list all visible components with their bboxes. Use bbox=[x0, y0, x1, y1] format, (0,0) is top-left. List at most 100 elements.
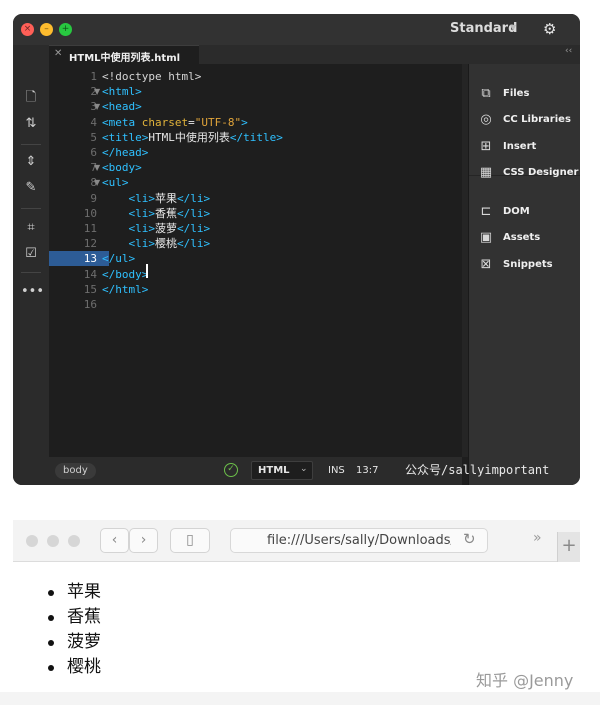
line-number[interactable]: 15 bbox=[49, 282, 109, 297]
cc-libraries-icon: ◎ bbox=[480, 112, 492, 127]
code-line[interactable]: <head> bbox=[102, 99, 142, 114]
panel-item-snippets[interactable]: ⊠ Snippets bbox=[477, 256, 580, 276]
line-number[interactable]: 4 bbox=[49, 115, 109, 130]
code-line[interactable]: <li>香蕉</li> bbox=[102, 206, 210, 221]
fold-arrow-icon[interactable]: ▼ bbox=[94, 84, 100, 99]
code-editor[interactable]: 1 <!doctype html> 2 ▼ <html> 3 ▼ <head> 4 <meta c… bbox=[49, 64, 462, 457]
tag-selector[interactable]: body bbox=[55, 463, 96, 479]
line-number[interactable]: 13 bbox=[49, 251, 109, 267]
sync-settings-icon[interactable]: ⚙ bbox=[543, 20, 556, 38]
code-token: </head> bbox=[102, 146, 149, 159]
workspace-switcher[interactable]: Standard bbox=[450, 21, 517, 36]
line-number[interactable]: 3 ▼ bbox=[49, 99, 109, 114]
close-window-button[interactable]: × bbox=[21, 23, 34, 36]
insert-icon: ⊞ bbox=[480, 139, 492, 154]
minimize-window-button[interactable] bbox=[47, 535, 59, 547]
expand-collapse-icon[interactable]: ⇕ bbox=[21, 152, 41, 172]
line-number[interactable]: 8 ▼ bbox=[49, 175, 109, 190]
code-line[interactable]: <html> bbox=[102, 84, 142, 99]
panel-item-insert[interactable]: ⊞ Insert bbox=[477, 138, 580, 158]
line-number[interactable]: 7 ▼ bbox=[49, 160, 109, 175]
panel-item-label: DOM bbox=[503, 206, 530, 217]
code-line[interactable]: </head> bbox=[102, 145, 148, 160]
zoom-window-button[interactable] bbox=[68, 535, 80, 547]
panel-item-label: CSS Designer bbox=[503, 167, 579, 178]
bullet-icon bbox=[48, 640, 54, 646]
code-line[interactable]: <title>HTML中使用列表</title> bbox=[102, 130, 283, 145]
list-item: 樱桃 bbox=[46, 655, 101, 680]
fold-arrow-icon[interactable]: ▼ bbox=[94, 175, 100, 190]
line-number[interactable]: 10 bbox=[49, 206, 109, 221]
more-options-icon[interactable]: ••• bbox=[21, 282, 44, 302]
reload-icon[interactable]: ↻ bbox=[463, 530, 476, 548]
forward-button[interactable]: › bbox=[129, 528, 158, 553]
code-line[interactable]: </body> bbox=[102, 267, 148, 282]
panel-item-label: Files bbox=[503, 88, 530, 99]
editor-window: × – + Standard ▼ ⚙ ✕ HTML中使用列表.html ‹‹ 🗋… bbox=[13, 14, 580, 485]
code-line[interactable]: <!doctype html> bbox=[102, 69, 201, 84]
line-number-text: 4 bbox=[90, 115, 97, 129]
document-tab-label: HTML中使用列表.html bbox=[69, 53, 181, 64]
toolbar-divider bbox=[21, 144, 41, 145]
line-number[interactable]: 2 ▼ bbox=[49, 84, 109, 99]
panel-item-cc-libraries[interactable]: ◎ CC Libraries bbox=[477, 111, 580, 131]
line-number[interactable]: 5 bbox=[49, 130, 109, 145]
linting-ok-icon[interactable]: ✓ bbox=[224, 463, 238, 477]
panel-group: ⧉ Files ◎ CC Libraries ⊞ Insert ▦ CSS Designer ⊏… bbox=[468, 64, 580, 485]
chevron-down-icon: ⌄ bbox=[300, 464, 308, 474]
panel-item-label: CC Libraries bbox=[503, 114, 571, 125]
list-item: 菠萝 bbox=[46, 630, 101, 655]
close-tab-icon[interactable]: ✕ bbox=[54, 48, 62, 59]
code-token: <li> bbox=[102, 237, 155, 251]
code-line[interactable]: </ul> bbox=[102, 251, 135, 266]
file-management-icon[interactable]: 🗋 bbox=[21, 88, 41, 108]
line-number[interactable]: 6 bbox=[49, 145, 109, 160]
format-icon[interactable]: ✎ bbox=[21, 178, 41, 198]
code-line[interactable]: <li>菠萝</li> bbox=[102, 221, 210, 236]
code-token: <li> bbox=[102, 191, 155, 205]
panel-item-files[interactable]: ⧉ Files bbox=[477, 85, 580, 105]
code-token: "UTF-8" bbox=[194, 115, 242, 129]
code-line[interactable]: <li>樱桃</li> bbox=[102, 236, 210, 251]
list-item-text: 樱桃 bbox=[67, 657, 101, 677]
fold-arrow-icon[interactable]: ▼ bbox=[94, 99, 100, 114]
validate-icon[interactable]: ☑ bbox=[21, 244, 41, 264]
comment-icon[interactable]: ⌗ bbox=[21, 218, 41, 238]
fold-arrow-icon[interactable]: ▼ bbox=[94, 160, 100, 175]
line-number-text: 1 bbox=[90, 70, 97, 83]
collapse-panels-icon[interactable]: ‹‹ bbox=[565, 46, 572, 56]
more-tabs-icon[interactable]: » bbox=[533, 530, 542, 546]
url-text: file:///Users/sally/Downloads/ bbox=[267, 533, 451, 548]
status-bar: body ✓ HTML ⌄ INS 13:7 bbox=[49, 457, 462, 485]
chevron-down-icon[interactable]: ▼ bbox=[510, 23, 516, 32]
code-line[interactable]: <li>苹果</li> bbox=[102, 191, 210, 206]
code-line[interactable]: </html> bbox=[102, 282, 148, 297]
document-type-select[interactable]: HTML ⌄ bbox=[251, 461, 313, 480]
line-number[interactable]: 9 bbox=[49, 191, 109, 206]
bullet-icon bbox=[48, 615, 54, 621]
line-number[interactable]: 1 bbox=[49, 69, 109, 84]
line-number[interactable]: 16 bbox=[49, 297, 109, 312]
panel-item-css-designer[interactable]: ▦ CSS Designer bbox=[477, 164, 580, 184]
common-toolbar: 🗋 ⇅ ⇕ ✎ ⌗ ☑ ••• bbox=[13, 64, 49, 485]
panel-item-assets[interactable]: ▣ Assets bbox=[477, 229, 580, 249]
css-designer-icon: ▦ bbox=[479, 165, 493, 180]
sidebar-icon: ▯ bbox=[186, 532, 194, 548]
address-bar[interactable]: file:///Users/sally/Downloads/ ↻ bbox=[230, 528, 488, 553]
line-number[interactable]: 14 bbox=[49, 267, 109, 282]
document-tab[interactable]: ✕ HTML中使用列表.html bbox=[49, 45, 199, 64]
zoom-window-button[interactable]: + bbox=[59, 23, 72, 36]
sidebar-toggle-button[interactable]: ▯ bbox=[170, 528, 210, 553]
code-line[interactable]: <ul> bbox=[102, 175, 129, 190]
new-tab-button[interactable]: + bbox=[557, 532, 580, 562]
line-number[interactable]: 12 bbox=[49, 236, 109, 251]
minimize-window-button[interactable]: – bbox=[40, 23, 53, 36]
sort-icon[interactable]: ⇅ bbox=[21, 114, 41, 134]
back-button[interactable]: ‹ bbox=[100, 528, 129, 553]
panel-item-dom[interactable]: ⊏ DOM bbox=[477, 203, 580, 223]
panel-item-label: Snippets bbox=[503, 259, 553, 270]
code-line[interactable]: <body> bbox=[102, 160, 142, 175]
line-number[interactable]: 11 bbox=[49, 221, 109, 236]
code-line[interactable]: <meta charset="UTF-8"> bbox=[102, 115, 248, 130]
close-window-button[interactable] bbox=[26, 535, 38, 547]
